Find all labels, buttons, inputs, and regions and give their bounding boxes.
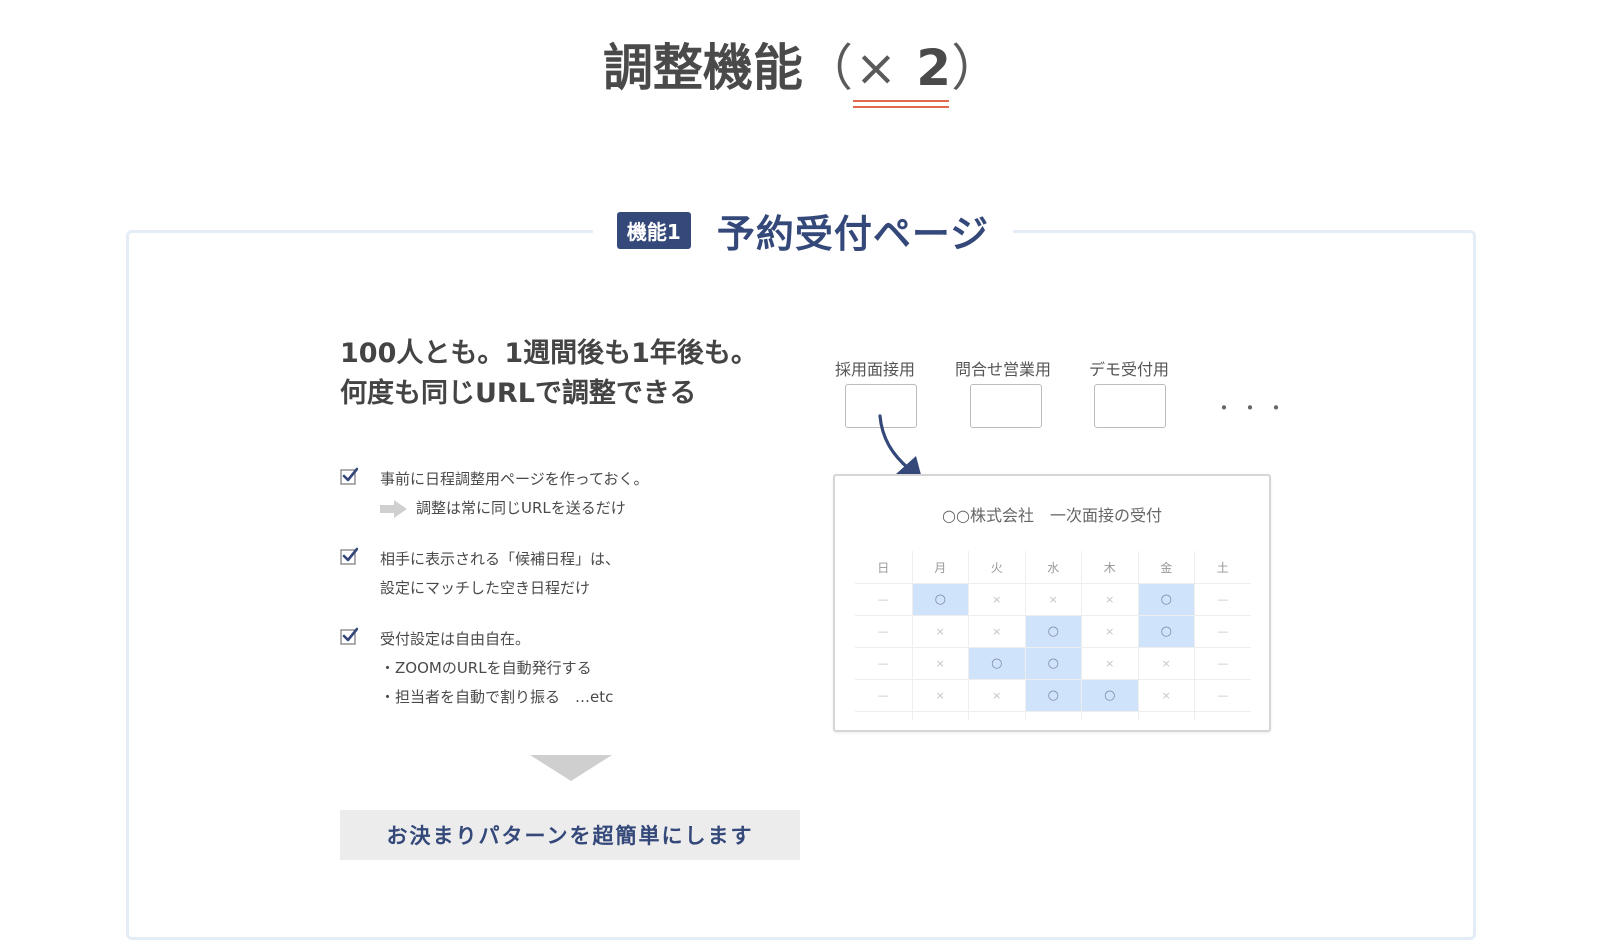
- page-title-text: 調整機能: [602, 39, 803, 97]
- feature-title: 予約受付ページ: [716, 211, 990, 256]
- calendar-slot-unavailable: ×: [968, 584, 1025, 615]
- calendar-slot-unavailable: —: [877, 689, 889, 702]
- calendar-slot-unavailable: —: [1194, 680, 1251, 711]
- booking-calendar-card: ○○株式会社 一次面接の受付 日 月 火 水 木 金 土 — ○ × × × ○ — — × × ○…: [833, 474, 1271, 732]
- checklist-text: 相手に表示される「候補日程」は、: [380, 550, 621, 568]
- checkbox-checked-icon: [340, 467, 358, 485]
- calendar-slot-unavailable: —: [1194, 648, 1251, 679]
- headline-line-1: 100人とも。1週間後も1年後も。: [340, 338, 758, 369]
- calendar-slot-available[interactable]: ○: [1024, 680, 1081, 711]
- calendar-tail-cell: [1081, 712, 1138, 720]
- cta-banner: お決まりパターンを超簡単にします: [340, 810, 800, 860]
- checklist-subtext: 調整は常に同じURLを送るだけ: [416, 499, 626, 517]
- feature-badge: 機能1: [616, 211, 691, 249]
- calendar-slot-unavailable: ×: [1081, 648, 1138, 679]
- calendar-body: — ○ × × × ○ — — × × ○ × ○ — — × ○ ○ × × — — × × ○ ○ × —: [855, 584, 1251, 712]
- title-open-paren: （: [802, 39, 853, 97]
- calendar-slot-unavailable: ×: [968, 616, 1025, 647]
- calendar-row: — ○ × × × ○ —: [855, 584, 1251, 616]
- template-page-demo[interactable]: [1094, 384, 1166, 428]
- calendar-slot-unavailable: ×: [911, 680, 969, 711]
- calendar-slot-unavailable: —: [877, 593, 889, 606]
- weekday-label: 火: [968, 551, 1025, 583]
- calendar-slot-unavailable: —: [877, 657, 889, 670]
- calendar-slot-unavailable: ×: [1081, 584, 1138, 615]
- calendar-row: — × × ○ × ○ —: [855, 616, 1251, 648]
- calendar-row: — × ○ ○ × × —: [855, 648, 1251, 680]
- template-label-interview: 採用面接用: [835, 360, 916, 379]
- title-underline: [853, 100, 949, 102]
- checklist-subtext: 設定にマッチした空き日程だけ: [380, 579, 591, 597]
- calendar-slot-available[interactable]: ○: [1024, 648, 1081, 679]
- title-close-paren: ）: [951, 39, 1002, 97]
- calendar-row: — × × ○ ○ × —: [855, 680, 1251, 712]
- calendar-slot-available[interactable]: ○: [1137, 584, 1194, 615]
- weekday-label: 土: [1194, 551, 1251, 583]
- calendar-slot-available[interactable]: ○: [911, 584, 968, 615]
- weekday-label: 木: [1081, 551, 1138, 583]
- checklist-subtext: ・ZOOMのURLを自動発行する: [380, 659, 592, 677]
- calendar-slot-available[interactable]: ○: [1081, 680, 1138, 711]
- calendar-slot-unavailable: ×: [968, 680, 1025, 711]
- checkbox-checked-icon: [340, 627, 358, 645]
- calendar-slot-available[interactable]: ○: [1137, 616, 1194, 647]
- calendar-tail-cell: [911, 712, 969, 720]
- calendar-slot-unavailable: ×: [1137, 680, 1195, 711]
- title-times-symbol: ×: [854, 39, 897, 97]
- calendar-slot-unavailable: ×: [911, 616, 969, 647]
- feature-headline: 100人とも。1週間後も1年後も。 何度も同じURLで調整できる: [340, 334, 758, 414]
- calendar-slot-available[interactable]: ○: [968, 648, 1025, 679]
- weekday-label: 金: [1137, 551, 1195, 583]
- calendar-slot-available[interactable]: ○: [1024, 616, 1081, 647]
- calendar-tail-cell: [1137, 712, 1195, 720]
- more-templates-ellipsis: ・・・: [1214, 396, 1292, 420]
- checklist-subtext: ・担当者を自動で割り振る …etc: [380, 688, 614, 706]
- calendar-grid: 日 月 火 水 木 金 土 — ○ × × × ○ — — × × ○ × ○ — — × ○ ○ × × — — × × ○ ○…: [855, 551, 1251, 720]
- template-page-sales[interactable]: [970, 384, 1042, 428]
- right-arrow-icon: [380, 499, 407, 518]
- calendar-slot-unavailable: ×: [1024, 584, 1082, 615]
- checkbox-checked-icon: [340, 547, 358, 565]
- headline-line-2: 何度も同じURLで調整できる: [340, 378, 697, 409]
- weekday-label: 月: [911, 551, 969, 583]
- calendar-slot-unavailable: ×: [911, 648, 969, 679]
- feature-header: 機能1 予約受付ページ: [593, 200, 1013, 260]
- calendar-tail-cell: [1194, 712, 1251, 720]
- calendar-tail-cell: [855, 712, 912, 720]
- calendar-slot-unavailable: ×: [1137, 648, 1195, 679]
- calendar-slot-unavailable: ×: [1081, 616, 1138, 647]
- checklist-text: 事前に日程調整用ページを作っておく。: [380, 470, 649, 488]
- down-triangle-icon: [530, 755, 612, 781]
- page-title: 調整機能（× 2）: [0, 36, 1604, 100]
- calendar-slot-unavailable: —: [1194, 584, 1251, 615]
- calendar-slot-unavailable: —: [1194, 616, 1251, 647]
- calendar-tail-cell: [1024, 712, 1082, 720]
- weekday-label: 日: [877, 560, 890, 575]
- calendar-title: ○○株式会社 一次面接の受付: [942, 506, 1162, 525]
- calendar-slot-unavailable: —: [877, 625, 889, 638]
- calendar-tail: [855, 712, 1251, 720]
- template-label-sales: 問合せ営業用: [955, 360, 1052, 379]
- calendar-tail-cell: [968, 712, 1025, 720]
- template-label-demo: デモ受付用: [1089, 360, 1170, 379]
- weekday-label: 水: [1024, 551, 1082, 583]
- title-count: 2: [916, 39, 952, 97]
- checklist-text: 受付設定は自由自在。: [380, 630, 531, 648]
- calendar-weekday-header: 日 月 火 水 木 金 土: [855, 551, 1251, 584]
- title-underline-second: [853, 106, 949, 108]
- feature-panel: [126, 230, 1476, 940]
